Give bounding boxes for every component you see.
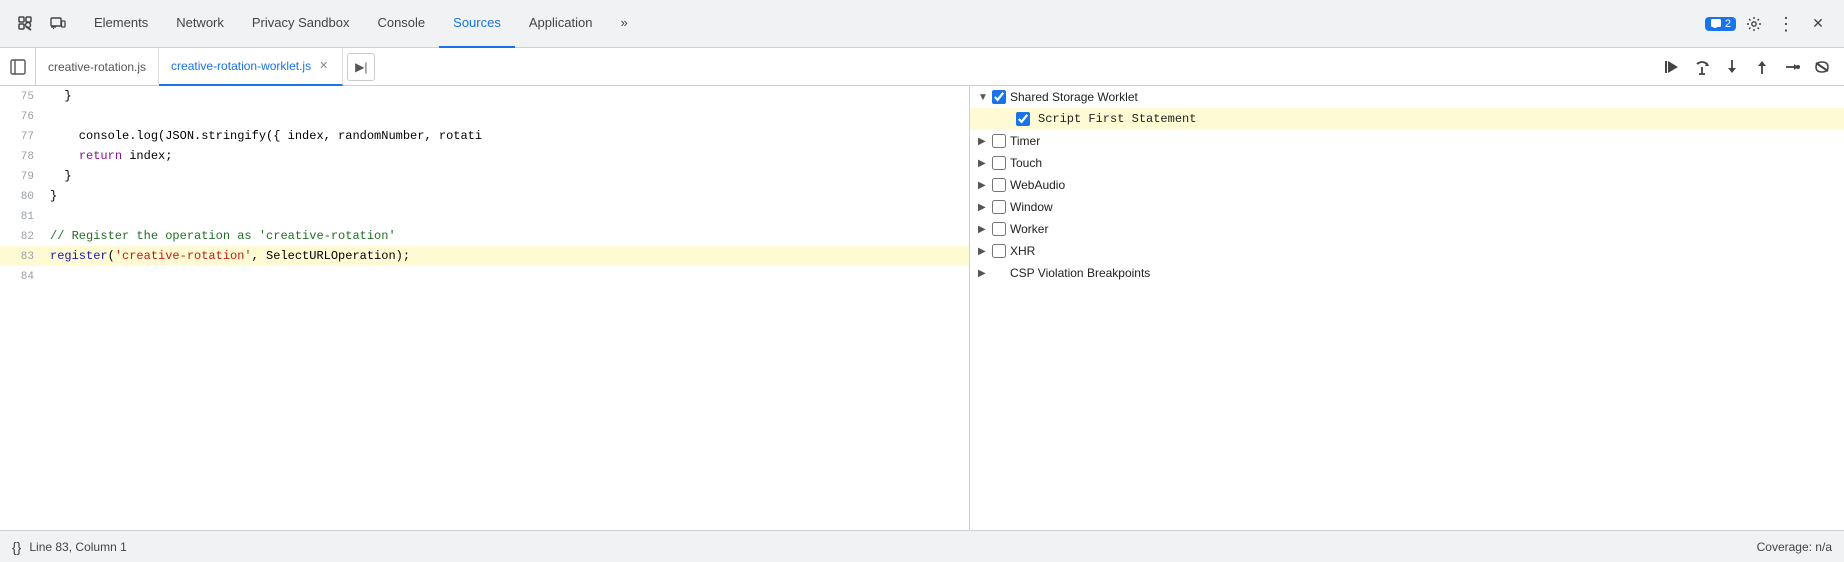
bp-section-xhr[interactable]: ▶ XHR [970,240,1844,262]
collapse-arrow-icon: ▼ [978,92,988,103]
tab-sources[interactable]: Sources [439,0,515,48]
bp-checkbox-xhr[interactable] [992,244,1006,258]
code-editor[interactable]: 75 } 76 77 console.log(JSON.stringify({ … [0,86,970,530]
format-icon[interactable]: {} [12,539,21,555]
tab-console[interactable]: Console [363,0,439,48]
sidebar-toggle-button[interactable] [0,48,36,86]
expand-arrow-webaudio-icon: ▶ [978,180,988,191]
step-over-button[interactable] [1688,53,1716,81]
resume-button[interactable] [1658,53,1686,81]
devtools-icons [4,10,80,38]
debug-toolbar [1658,53,1844,81]
breakpoints-panel: ▼ Shared Storage Worklet Script First St… [970,86,1844,530]
inspect-icon[interactable] [12,10,40,38]
tab-privacy-sandbox[interactable]: Privacy Sandbox [238,0,364,48]
tab-overflow[interactable]: » [606,0,641,48]
tab-elements[interactable]: Elements [80,0,162,48]
bp-checkbox-script-first-statement[interactable] [1016,112,1030,126]
device-toggle-icon[interactable] [44,10,72,38]
bp-section-shared-storage[interactable]: ▼ Shared Storage Worklet [970,86,1844,108]
comment-badge[interactable]: 2 [1705,17,1736,31]
coverage-status: Coverage: n/a [1757,540,1832,554]
bp-section-webaudio[interactable]: ▶ WebAudio [970,174,1844,196]
expand-arrow-touch-icon: ▶ [978,158,988,169]
bp-section-touch[interactable]: ▶ Touch [970,152,1844,174]
file-tabs-bar: creative-rotation.js creative-rotation-w… [0,48,1844,86]
file-tab-creative-rotation[interactable]: creative-rotation.js [36,48,159,86]
step-into-button[interactable] [1718,53,1746,81]
bp-section-window[interactable]: ▶ Window [970,196,1844,218]
main-content: 75 } 76 77 console.log(JSON.stringify({ … [0,86,1844,530]
tab-network[interactable]: Network [162,0,238,48]
bp-section-timer[interactable]: ▶ Timer [970,130,1844,152]
close-devtools-icon[interactable]: ✕ [1804,10,1832,38]
settings-icon[interactable] [1740,10,1768,38]
expand-arrow-xhr-icon: ▶ [978,246,988,257]
code-line-82: 82 // Register the operation as 'creativ… [0,226,969,246]
expand-arrow-worker-icon: ▶ [978,224,988,235]
bp-checkbox-touch[interactable] [992,156,1006,170]
code-line-84: 84 [0,266,969,286]
bp-checkbox-webaudio[interactable] [992,178,1006,192]
code-line-76: 76 [0,106,969,126]
code-line-75: 75 } [0,86,969,106]
code-line-83: 83 register('creative-rotation', SelectU… [0,246,969,266]
expand-arrow-csp-icon: ▶ [978,268,988,279]
bp-section-worker[interactable]: ▶ Worker [970,218,1844,240]
status-bar: {} Line 83, Column 1 Coverage: n/a [0,530,1844,562]
step-button[interactable] [1778,53,1806,81]
cursor-position: Line 83, Column 1 [29,540,126,554]
close-tab-icon[interactable]: ✕ [317,58,330,73]
bp-section-csp[interactable]: ▶ CSP Violation Breakpoints [970,262,1844,284]
code-line-80: 80 } [0,186,969,206]
expand-arrow-window-icon: ▶ [978,202,988,213]
file-tab-creative-rotation-worklet[interactable]: creative-rotation-worklet.js ✕ [159,48,343,86]
expand-arrow-timer-icon: ▶ [978,136,988,147]
code-line-77: 77 console.log(JSON.stringify({ index, r… [0,126,969,146]
tab-application[interactable]: Application [515,0,607,48]
devtools-tab-bar: Elements Network Privacy Sandbox Console… [0,0,1844,48]
bp-item-script-first-statement[interactable]: Script First Statement [970,108,1844,130]
step-out-button[interactable] [1748,53,1776,81]
bp-checkbox-worker[interactable] [992,222,1006,236]
code-line-81: 81 [0,206,969,226]
bp-checkbox-timer[interactable] [992,134,1006,148]
bp-checkbox-shared-storage[interactable] [992,90,1006,104]
code-line-78: 78 return index; [0,146,969,166]
bp-checkbox-window[interactable] [992,200,1006,214]
tab-bar-right: 2 ⋮ ✕ [1705,10,1840,38]
more-options-icon[interactable]: ⋮ [1772,10,1800,38]
deactivate-breakpoints-button[interactable] [1808,53,1836,81]
expand-tabs-icon[interactable]: ▶| [347,53,375,81]
code-line-79: 79 } [0,166,969,186]
